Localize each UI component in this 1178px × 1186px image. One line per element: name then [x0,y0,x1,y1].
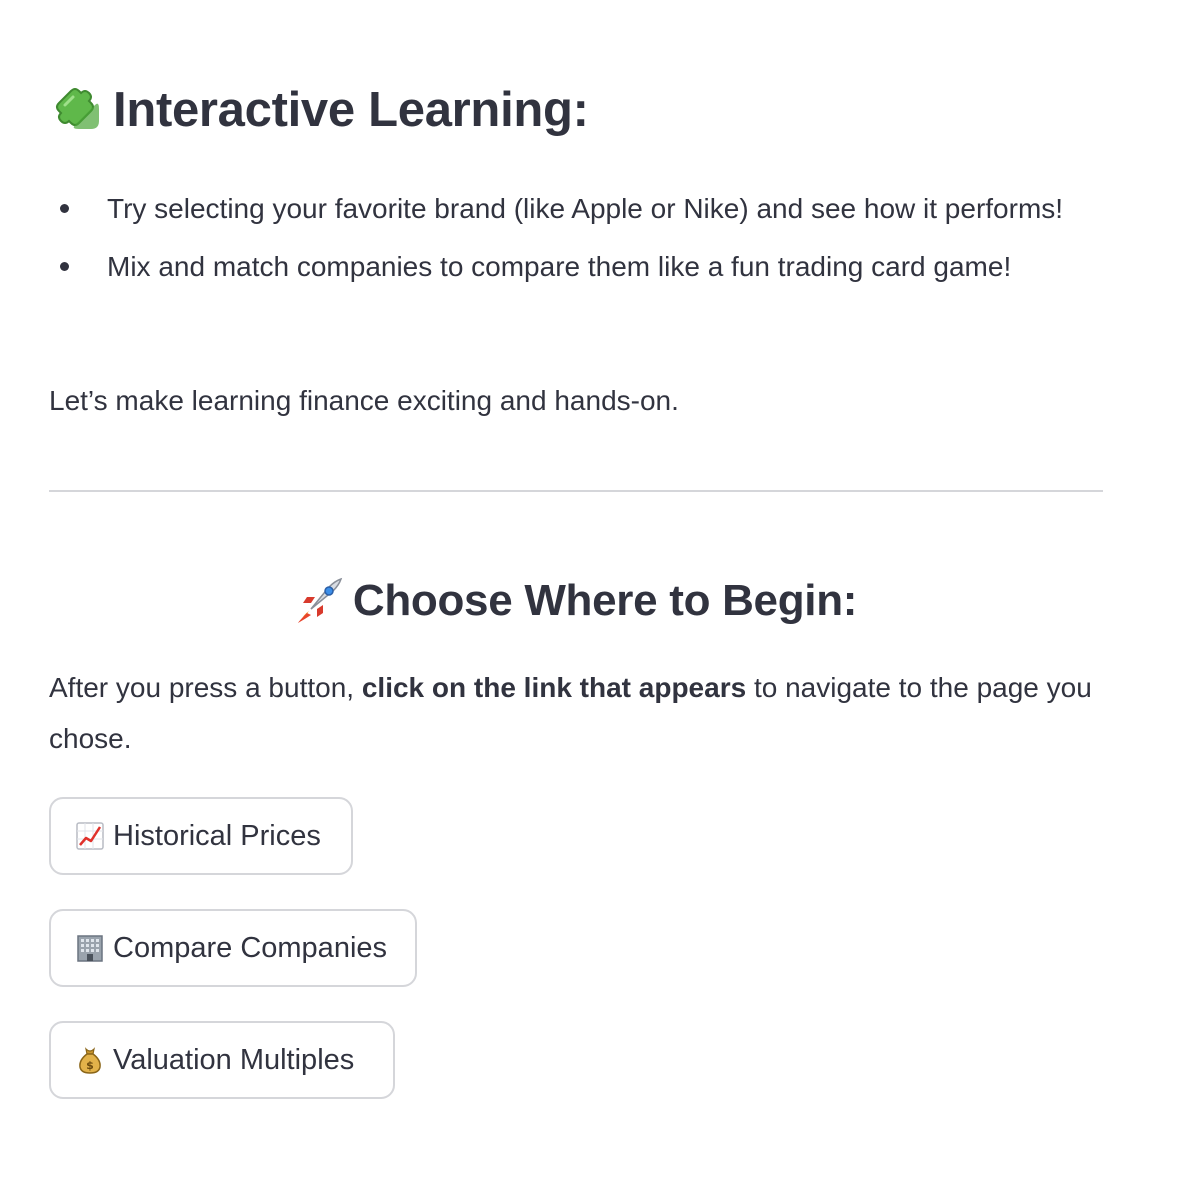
instruction-before: After you press a button, [49,672,362,703]
interactive-learning-heading: Interactive Learning: [49,78,589,142]
historical-prices-button[interactable]: Historical Prices [49,797,353,875]
list-item: Mix and match companies to compare them … [49,241,1103,292]
closing-text: Let’s make learning finance exciting and… [49,385,679,416]
list-item: Try selecting your favorite brand (like … [49,183,1103,234]
instruction-bold: click on the link that appears [361,672,747,703]
office-building-icon [77,935,103,962]
section-divider [49,490,1103,492]
rocket-icon [297,578,343,624]
valuation-multiples-button[interactable]: $ Valuation Multiples [49,1021,395,1099]
money-bag-icon: $ [79,1047,101,1074]
interactive-learning-title: Interactive Learning: [113,83,589,137]
puzzle-piece-icon [56,88,99,130]
choose-where-heading: Choose Where to Begin: [49,570,1103,632]
tips-list: Try selecting your favorite brand (like … [49,183,1103,299]
compare-companies-button[interactable]: Compare Companies [49,909,417,987]
valuation-multiples-label: Valuation Multiples [113,1043,355,1076]
choose-where-title: Choose Where to Begin: [352,576,858,625]
chart-increasing-icon [76,822,104,850]
svg-text:$: $ [86,1059,94,1072]
instruction-text: After you press a button, click on the l… [49,662,1103,764]
historical-prices-label: Historical Prices [113,819,321,852]
compare-companies-label: Compare Companies [113,931,388,964]
